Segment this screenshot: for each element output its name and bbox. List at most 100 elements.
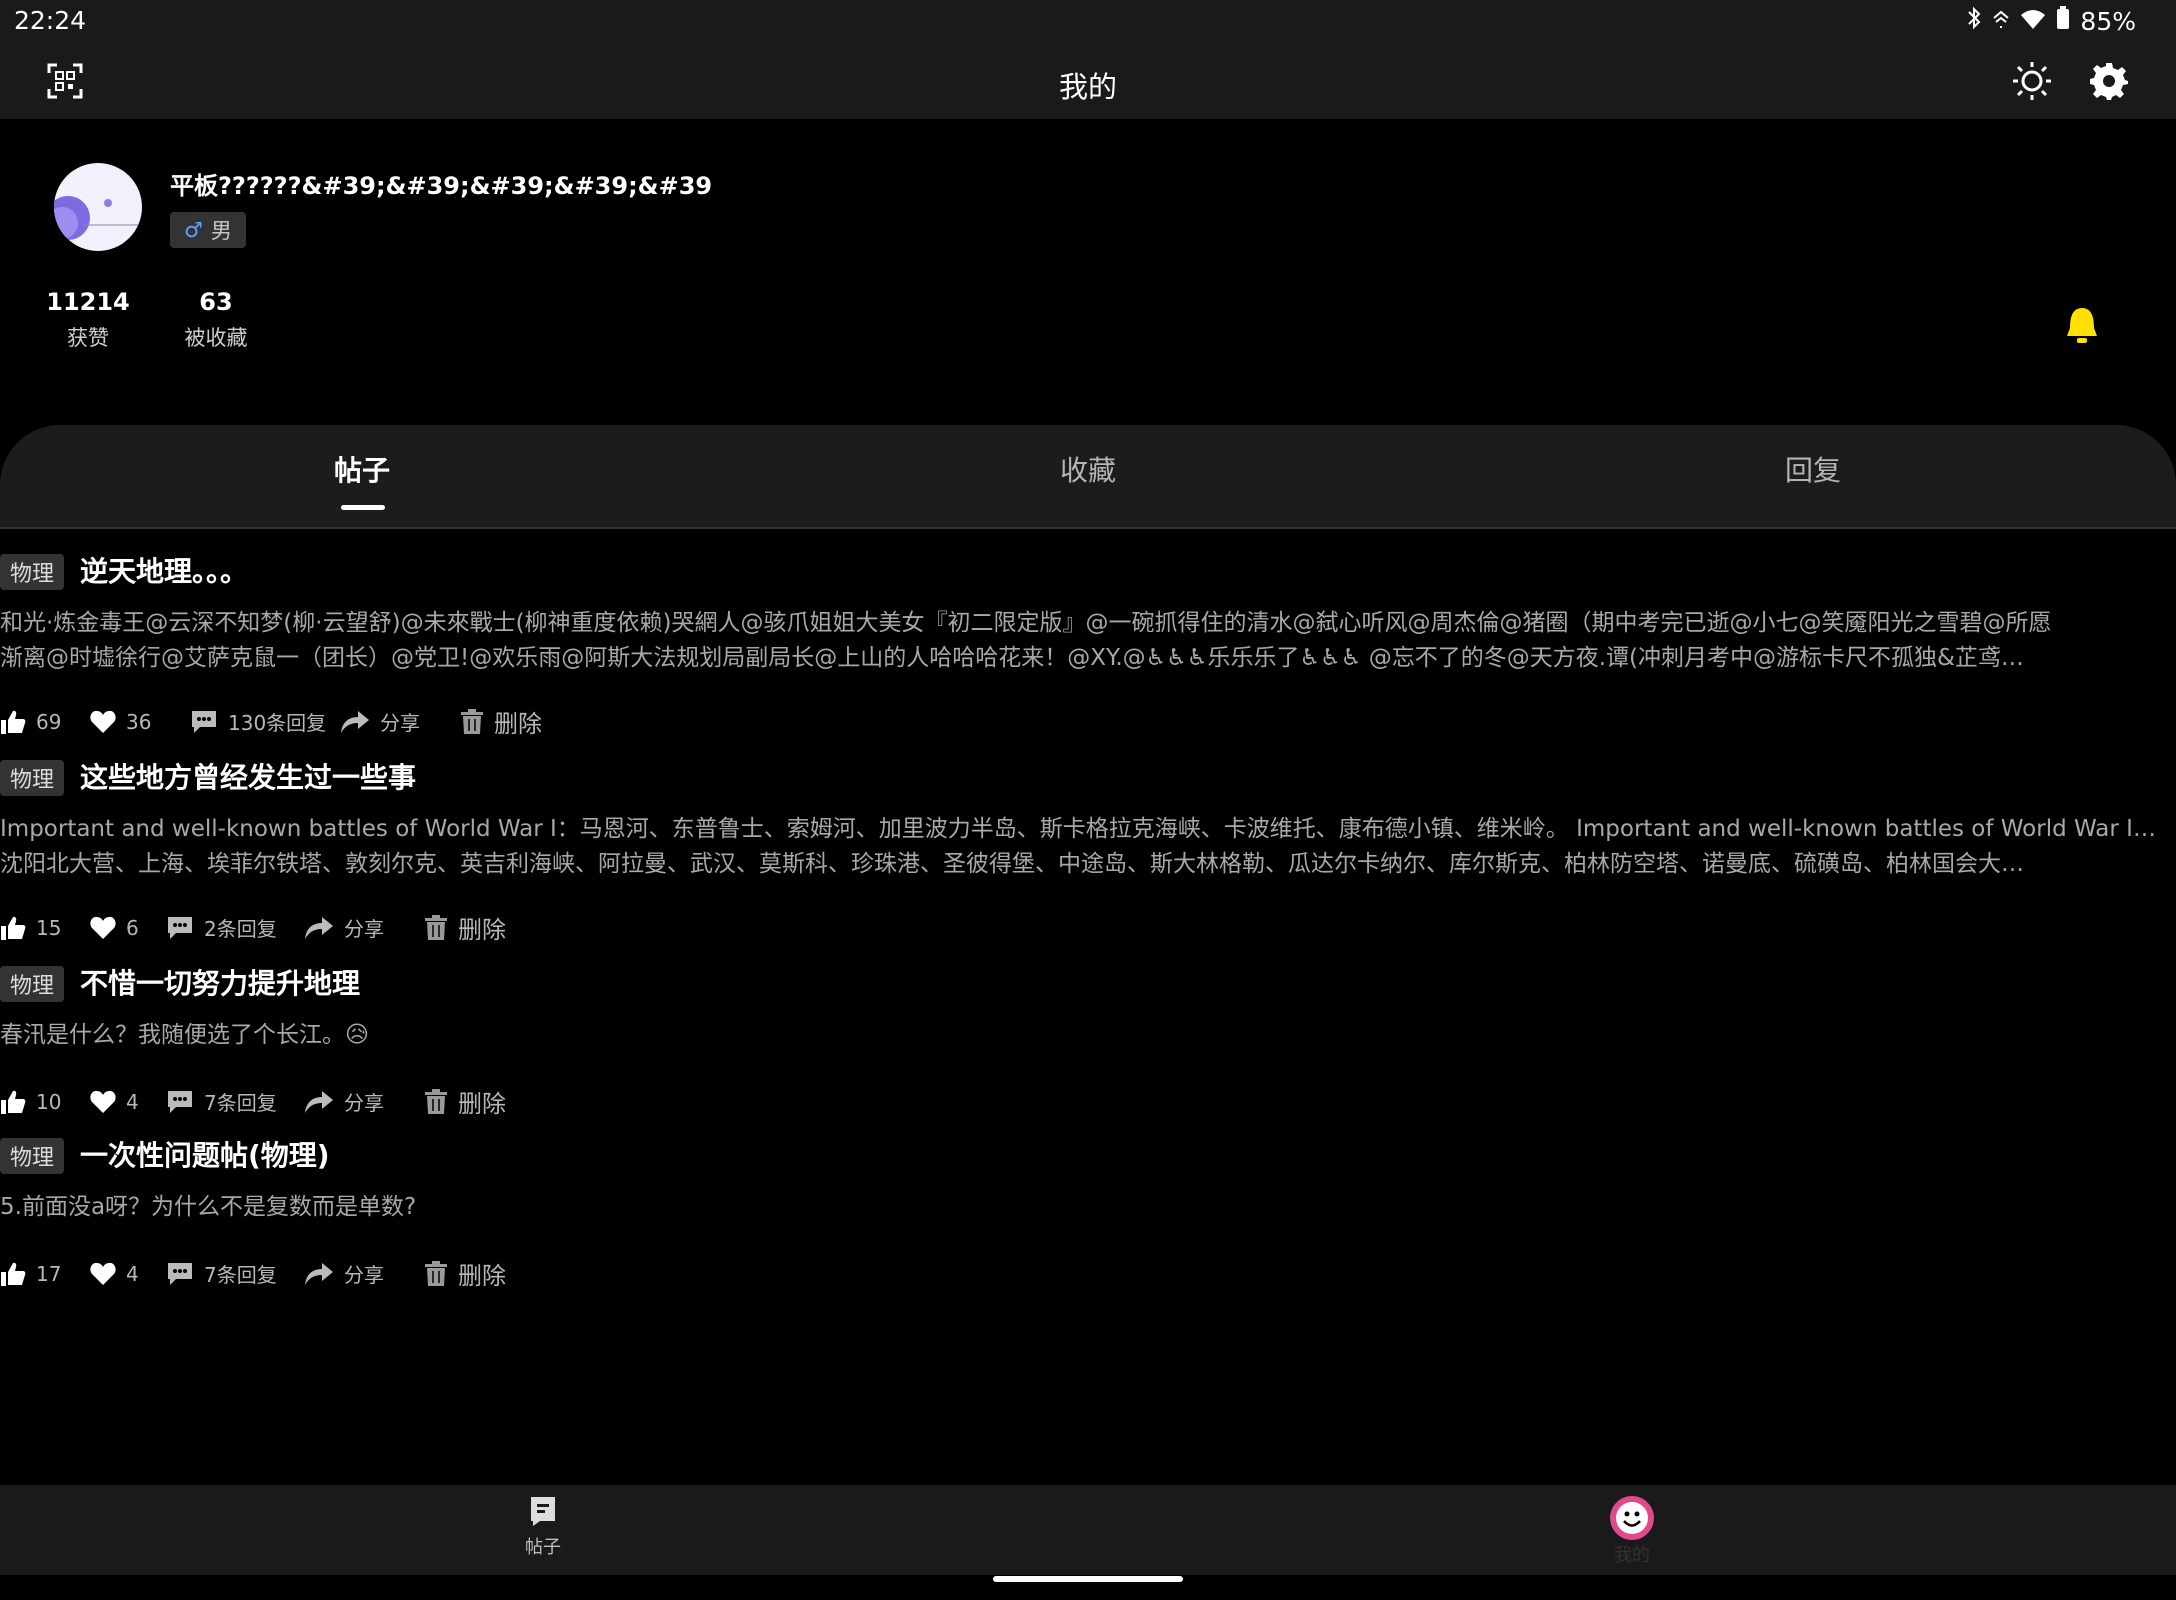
post-body-line: 沈阳北大营、上海、埃菲尔铁塔、敦刻尔克、英吉利海峡、阿拉曼、武汉、莫斯科、珍珠港…: [0, 851, 2024, 877]
comment-icon: [192, 710, 216, 733]
trash-icon: [425, 1088, 447, 1114]
username: 平板??????&#39;&#39;&#39;&#39;&#39: [170, 172, 713, 200]
post-actions: 69 36 130条回复 分享 删除: [0, 704, 542, 739]
heart-icon: [90, 916, 116, 939]
post-actions: 15 6 2条回复 分享 删除: [0, 910, 506, 945]
post-tag: 物理: [0, 760, 65, 796]
heart-icon: [90, 710, 116, 733]
delete-button[interactable]: 删除: [424, 910, 506, 945]
like-button[interactable]: 10: [0, 1089, 90, 1115]
reply-button[interactable]: 7条回复: [166, 1259, 304, 1288]
favorite-button[interactable]: 4: [90, 1090, 166, 1114]
stat-likes: 11214 获赞: [40, 288, 136, 352]
post-title[interactable]: 一次性问题帖(物理): [80, 1134, 330, 1174]
delete-label: 删除: [458, 1262, 506, 1290]
notification-bell-button[interactable]: [2064, 306, 2100, 346]
theme-toggle-button[interactable]: [2007, 56, 2057, 106]
favorite-count: 36: [126, 709, 152, 734]
post-actions: 10 4 7条回复 分享 删除: [0, 1084, 506, 1119]
stat-label: 获赞: [67, 326, 109, 350]
share-button[interactable]: 分享: [304, 913, 424, 942]
delete-button[interactable]: 删除: [460, 704, 542, 739]
stat-favorited: 63 被收藏: [172, 288, 260, 352]
tab-active-indicator: [341, 505, 385, 510]
settings-button[interactable]: [2084, 56, 2134, 106]
app-header: 我的: [0, 44, 2176, 119]
thumbs-up-icon: [1, 1262, 26, 1286]
comment-icon: [168, 1090, 192, 1113]
reply-button[interactable]: 130条回复: [190, 707, 340, 736]
reply-button[interactable]: 7条回复: [166, 1087, 304, 1116]
comment-icon: [168, 1262, 192, 1285]
share-button[interactable]: 分享: [304, 1259, 424, 1288]
reply-count: 130条回复: [228, 711, 327, 735]
bell-icon: [2067, 308, 2097, 343]
thumbs-up-icon: [1, 710, 26, 734]
trash-icon: [425, 914, 447, 940]
page-title: 我的: [1058, 70, 1117, 104]
male-icon: ♂: [184, 218, 203, 242]
trash-icon: [425, 1260, 447, 1286]
delete-button[interactable]: 删除: [424, 1256, 506, 1291]
thumbs-up-icon: [1, 1090, 26, 1114]
nav-label: 我的: [1614, 1545, 1650, 1566]
share-icon: [305, 1262, 333, 1285]
post-tag: 物理: [0, 1138, 65, 1174]
post-actions: 17 4 7条回复 分享 删除: [0, 1256, 506, 1291]
post-tag: 物理: [0, 966, 65, 1002]
home-indicator[interactable]: [993, 1576, 1183, 1582]
tab-replies[interactable]: 回复: [1613, 449, 2013, 489]
post-title[interactable]: 逆天地理。。。: [80, 550, 248, 590]
tab-favorites[interactable]: 收藏: [888, 449, 1288, 489]
post-body: 春汛是什么？我随便选了个长江。😥: [0, 1018, 2156, 1053]
post-body-line: 渐离@时墟徐行@艾萨克鼠一（团长）@党卫!@欢乐雨@阿斯大法规划局副局长@上山的…: [0, 645, 2024, 671]
tab-bar: 帖子 收藏 回复: [0, 425, 2176, 529]
reply-count: 2条回复: [204, 917, 277, 941]
share-icon: [341, 710, 369, 733]
like-button[interactable]: 69: [0, 709, 90, 735]
post-body-line: Important and well-known battles of Worl…: [0, 816, 2156, 842]
battery-level: 85%: [2080, 6, 2136, 36]
share-button[interactable]: 分享: [340, 707, 460, 736]
bottom-nav: 帖子 我的: [0, 1485, 2176, 1575]
wifi-icon: [2020, 7, 2046, 36]
heart-icon: [90, 1090, 116, 1113]
delete-label: 删除: [458, 1090, 506, 1118]
status-time: 22:24: [14, 6, 87, 35]
post-body-line: 5.前面没a呀？为什么不是复数而是单数?: [0, 1194, 417, 1220]
share-button[interactable]: 分享: [304, 1087, 424, 1116]
tab-posts[interactable]: 帖子: [162, 449, 562, 489]
post-tag: 物理: [0, 554, 65, 590]
favorite-button[interactable]: 36: [90, 710, 190, 734]
battery-icon: [2056, 6, 2070, 36]
post-title[interactable]: 这些地方曾经发生过一些事: [80, 756, 416, 796]
share-label: 分享: [344, 917, 384, 941]
like-count: 17: [36, 1261, 62, 1286]
post-body-line: 春汛是什么？我随便选了个长江。😥: [0, 1022, 369, 1048]
like-button[interactable]: 17: [0, 1261, 90, 1287]
favorite-button[interactable]: 6: [90, 916, 166, 940]
gender-badge: ♂ 男: [170, 212, 246, 248]
like-count: 15: [36, 915, 62, 940]
nav-posts[interactable]: 帖子: [483, 1495, 603, 1559]
like-count: 69: [36, 709, 62, 734]
post-title[interactable]: 不惜一切努力提升地理: [80, 962, 360, 1002]
share-icon: [305, 1090, 333, 1113]
delete-button[interactable]: 删除: [424, 1084, 506, 1119]
like-button[interactable]: 15: [0, 915, 90, 941]
favorite-count: 6: [126, 915, 139, 940]
stat-value: 63: [199, 288, 233, 316]
post-body-line: 和光·炼金毒王@云深不知梦(柳·云望舒)@未來戰士(柳神重度依赖)哭網人@骇爪姐…: [0, 610, 2052, 636]
favorite-button[interactable]: 4: [90, 1262, 166, 1286]
thumbs-up-icon: [1, 916, 26, 940]
favorite-count: 4: [126, 1089, 139, 1114]
status-icons: 85%: [1966, 6, 2136, 36]
nav-mine[interactable]: 我的: [1572, 1495, 1692, 1567]
reply-count: 7条回复: [204, 1091, 277, 1115]
avatar[interactable]: [54, 163, 142, 251]
delete-label: 删除: [458, 916, 506, 944]
trash-icon: [461, 708, 483, 734]
post-icon: [531, 1497, 555, 1526]
reply-button[interactable]: 2条回复: [166, 913, 304, 942]
bluetooth-icon: [1966, 6, 1982, 36]
